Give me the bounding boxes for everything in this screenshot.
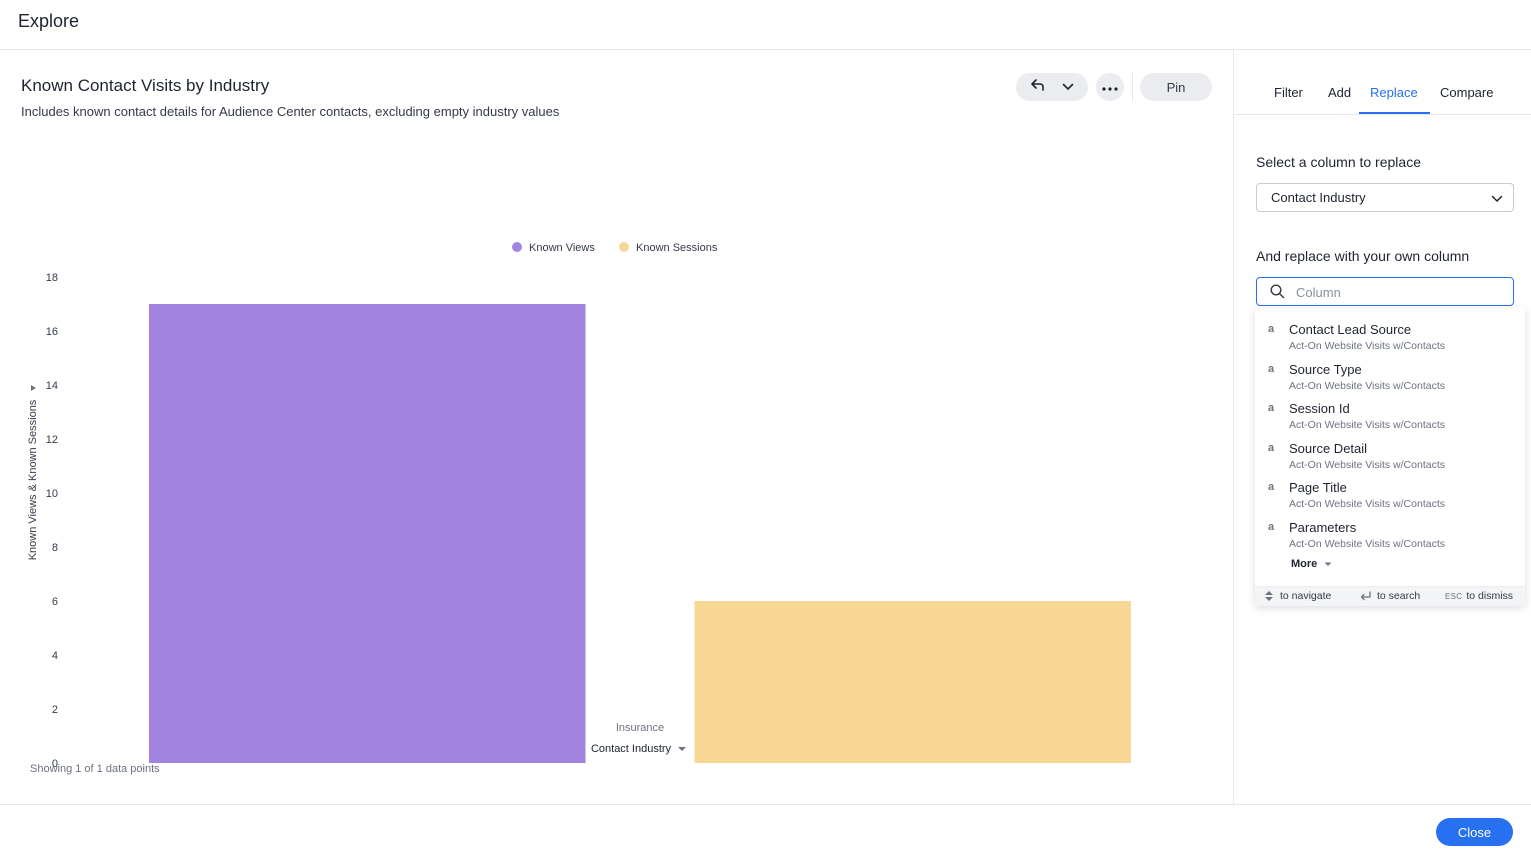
bar-known-views[interactable] [149, 304, 586, 763]
text-type-icon: a [1268, 362, 1275, 375]
y-tick-label: 2 [52, 704, 58, 716]
selected-column-value: Contact Industry [1271, 190, 1366, 205]
legend-item[interactable]: Known Views [512, 242, 595, 254]
y-tick-label: 14 [46, 380, 58, 392]
navigate-hint: to navigate [1264, 590, 1331, 602]
bottom-bar: Close [0, 804, 1531, 850]
suggestion-source: Act-On Website Visits w/Contacts [1289, 498, 1445, 511]
top-bar: Explore [0, 0, 1531, 50]
suggestion-name: Contact Lead Source [1289, 322, 1412, 337]
chevron-down-icon[interactable] [1062, 78, 1074, 96]
suggestion-item[interactable]: a Source Detail Act-On Website Visits w/Co… [1255, 433, 1525, 471]
y-axis-label: Known Views & Known Sessions [27, 399, 39, 560]
suggestion-source: Act-On Website Visits w/Contacts [1289, 538, 1445, 550]
search-icon [1270, 284, 1285, 304]
bar-chart: Known Views Known Sessions 02468101214161… [27, 242, 1131, 775]
legend-swatch [619, 242, 629, 252]
search-hint-text: to search [1377, 590, 1421, 602]
suggestion-name: Session Id [1289, 401, 1350, 417]
data-points-count: Showing 1 of 1 data points [30, 763, 160, 775]
panel-tabs: Filter Add Replace Compare [1234, 50, 1531, 115]
legend-label: Known Sessions [636, 242, 718, 254]
x-axis-label-caret-icon[interactable] [678, 747, 686, 751]
dismiss-hint-text: to dismiss [1466, 590, 1514, 602]
suggestion-name: Source Type [1289, 361, 1362, 377]
esc-key-label: ESC [1445, 591, 1463, 601]
caret-down-icon [1324, 562, 1332, 566]
ellipsis-icon [1102, 78, 1118, 96]
column-search-box[interactable] [1256, 277, 1514, 306]
column-select[interactable]: Contact Industry [1256, 183, 1514, 212]
text-type-icon: a [1268, 481, 1275, 494]
y-tick-label: 8 [52, 542, 58, 554]
suggestion-source: Act-On Website Visits w/Contacts [1289, 340, 1445, 352]
replace-column-label: And replace with your own column [1256, 248, 1470, 264]
undo-icon[interactable] [1030, 78, 1045, 96]
chart-legend: Known Views Known Sessions [512, 242, 718, 254]
pin-button[interactable]: Pin [1140, 73, 1212, 101]
y-tick-label: 10 [46, 488, 58, 500]
more-button[interactable]: More [1291, 558, 1332, 570]
suggestion-source: Act-On Website Visits w/Contacts [1289, 458, 1445, 471]
text-type-icon: a [1268, 441, 1275, 454]
more-label: More [1291, 558, 1318, 570]
chevron-down-icon [1491, 191, 1503, 206]
chart-title: Known Contact Visits by Industry [21, 76, 270, 95]
more-options-button[interactable] [1096, 73, 1124, 101]
tab-compare[interactable]: Compare [1440, 85, 1493, 100]
y-tick-label: 12 [46, 434, 58, 446]
y-axis-label-caret-icon[interactable] [31, 385, 36, 391]
keyboard-hints: to navigate to search ESC to dismiss [1255, 586, 1525, 606]
suggestion-item[interactable]: a Contact Lead Source Act-On Website Visit… [1255, 314, 1525, 352]
legend-swatch [512, 242, 522, 252]
bar-known-sessions[interactable] [694, 601, 1132, 763]
text-type-icon: a [1268, 323, 1275, 335]
y-tick-label: 16 [46, 326, 58, 338]
tab-replace[interactable]: Replace [1370, 85, 1418, 100]
suggestion-source: Act-On Website Visits w/Contacts [1289, 379, 1445, 392]
y-axis: 024681012141618 [46, 272, 58, 770]
active-tab-indicator [1359, 112, 1430, 114]
bar-group [149, 304, 1131, 763]
x-axis-label[interactable]: Contact Industry [591, 743, 672, 755]
up-down-arrows-icon [1265, 591, 1273, 601]
column-suggestions-dropdown: a Contact Lead Source Act-On Website Visit… [1255, 308, 1525, 606]
text-type-icon: a [1268, 521, 1275, 533]
chart-toolbar: Pin [1016, 73, 1212, 101]
text-type-icon: a [1268, 402, 1275, 415]
suggestion-name: Parameters [1289, 520, 1357, 535]
suggestion-item[interactable]: a Session Id Act-On Website Visits w/Conta… [1255, 393, 1525, 431]
legend-item[interactable]: Known Sessions [619, 242, 718, 254]
suggestion-item[interactable]: a Source Type Act-On Website Visits w/Cont… [1255, 354, 1525, 392]
app-title: Explore [18, 11, 80, 31]
select-column-label: Select a column to replace [1256, 154, 1421, 170]
x-tick-label: Insurance [616, 722, 664, 734]
y-tick-label: 18 [46, 272, 58, 284]
x-axis: Insurance [616, 722, 664, 734]
chart-panel: Known Contact Visits by Industry Include… [0, 50, 1233, 804]
legend-label: Known Views [529, 242, 595, 254]
y-tick-label: 4 [52, 650, 58, 662]
dismiss-hint: ESC to dismiss [1445, 590, 1513, 602]
suggestion-item[interactable]: a Parameters Act-On Website Visits w/Conta… [1255, 512, 1525, 550]
undo-button-group[interactable] [1016, 73, 1088, 101]
suggestion-source: Act-On Website Visits w/Contacts [1289, 419, 1445, 432]
search-hint: to search [1360, 590, 1420, 602]
y-tick-label: 6 [52, 596, 58, 608]
tab-filter[interactable]: Filter [1274, 85, 1303, 100]
toolbar-divider [1132, 73, 1133, 101]
enter-key-icon [1360, 591, 1371, 601]
tab-add[interactable]: Add [1328, 85, 1351, 100]
column-search-input[interactable] [1296, 283, 1496, 301]
navigate-hint-text: to navigate [1280, 590, 1332, 602]
suggestion-name: Source Detail [1289, 440, 1368, 456]
suggestion-name: Page Title [1289, 480, 1347, 496]
suggestion-item[interactable]: a Page Title Act-On Website Visits w/Conta… [1255, 472, 1525, 510]
close-button[interactable]: Close [1436, 818, 1513, 846]
chart-description: Includes known contact details for Audie… [21, 104, 560, 119]
